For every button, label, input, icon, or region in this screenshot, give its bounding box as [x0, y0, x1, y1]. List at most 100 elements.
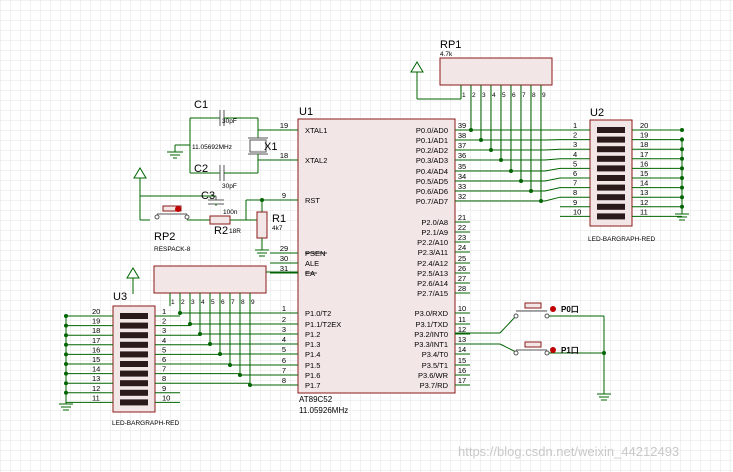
- mcu-pin-name: P0.4/AD4: [416, 167, 448, 176]
- mcu-pin-number: 18: [280, 151, 288, 160]
- led-segment: [120, 341, 148, 348]
- wire-junction: [64, 314, 68, 318]
- u2-pin-number: 9: [573, 198, 577, 207]
- rst-junction: [260, 198, 264, 202]
- r1-value: 4k7: [272, 225, 283, 232]
- u2-pin-number: 13: [640, 188, 648, 197]
- mcu-pin-name: P0.5/AD5: [416, 177, 448, 186]
- c1-value: 30pF: [222, 118, 237, 125]
- led-segment: [597, 165, 625, 172]
- mcu-pin-number: 38: [458, 131, 466, 140]
- mcu-pin-name: P2.7/A15: [417, 289, 448, 298]
- p1-button-pin-icon: [550, 347, 556, 353]
- mcu-pin-number: 39: [458, 121, 466, 130]
- u3-pin-number: 10: [162, 393, 170, 402]
- u3-pin-number: 15: [92, 355, 100, 364]
- mcu-pin-number: 5: [282, 345, 286, 354]
- mcu-pin-number: 35: [458, 162, 466, 171]
- rp1-pin-number: 7: [522, 92, 526, 99]
- u2-pin-number: 12: [640, 198, 648, 207]
- led-segment: [120, 332, 148, 339]
- mcu-pin-number: 13: [458, 335, 466, 344]
- mcu-pin-number: 9: [282, 191, 286, 200]
- mcu-pin-number: 25: [458, 254, 466, 263]
- mcu-pin-number: 14: [458, 345, 466, 354]
- rpb-pin-number: 4: [201, 299, 205, 306]
- mcu-pin-number: 2: [282, 315, 286, 324]
- wire-junction: [680, 128, 684, 132]
- mcu-pin-number: 24: [458, 243, 466, 252]
- c3-value: 100n: [223, 209, 238, 216]
- mcu-pin-number: 16: [458, 366, 466, 375]
- mcu-pin-name: P0.2/AD2: [416, 146, 448, 155]
- mcu-pin-name: P3.6/WR: [418, 371, 449, 380]
- mcu-pin-number: 15: [458, 356, 466, 365]
- mcu-pin-number: 7: [282, 366, 286, 375]
- u2-pin-number: 11: [640, 207, 648, 216]
- u2-pin-number: 5: [573, 159, 577, 168]
- mcu-pin-name: P1.5: [305, 361, 320, 370]
- rp1-pin-number: 8: [532, 92, 536, 99]
- mcu-pin-name: RST: [305, 196, 320, 205]
- mcu-part: AT89C52: [299, 395, 333, 404]
- led-segment: [120, 399, 148, 406]
- p1-label: P1口: [561, 346, 579, 355]
- led-segment: [120, 361, 148, 367]
- mcu-pin-name: PSEN: [305, 249, 325, 258]
- mcu-pin-name: P1.7: [305, 381, 320, 390]
- u3-pin-number: 5: [162, 345, 166, 354]
- led-segment: [120, 389, 148, 396]
- rp2-value: RESPACK-8: [154, 246, 191, 253]
- mcu-pin-number: 6: [282, 356, 286, 365]
- mcu-pin-name: P1.3: [305, 340, 320, 349]
- mcu-pin-name: P1.4: [305, 350, 320, 359]
- rp1-pin-number: 9: [542, 92, 546, 99]
- mcu-pin-name: ALE: [305, 259, 319, 268]
- u3-pin-number: 18: [92, 326, 100, 335]
- rpb-pin-number: 8: [241, 299, 245, 306]
- mcu-pin-name: XTAL2: [305, 156, 327, 165]
- mcu-pin-name: P1.6: [305, 371, 320, 380]
- mcu-u1[interactable]: U1 AT89C52 11.05926MHz 19XTAL118XTAL29RS…: [270, 106, 470, 415]
- mcu-pin-number: 33: [458, 182, 466, 191]
- mcu-pin-name: P3.0/RXD: [415, 309, 449, 318]
- schematic-canvas: U1 AT89C52 11.05926MHz 19 XTAL1 18 XTAL2 9 RS…: [0, 0, 733, 472]
- mcu-pin-number: 30: [280, 254, 288, 263]
- rp1-pin-number: 2: [472, 92, 476, 99]
- mcu-pin-name: P2.6/A14: [417, 279, 448, 288]
- u2-pin-number: 7: [573, 179, 577, 188]
- u3-value: LED-BARGRAPH-RED: [112, 420, 179, 427]
- mcu-pin-name: P0.0/AD0: [416, 126, 448, 135]
- u3-pin-number: 6: [162, 355, 166, 364]
- mcu-pin-number: 8: [282, 376, 286, 385]
- mcu-pin-name: P3.5/T1: [422, 361, 448, 370]
- mcu-pin-number: 21: [458, 213, 466, 222]
- mcu-pin-number: 32: [458, 192, 466, 201]
- u3-pin-number: 12: [92, 384, 100, 393]
- u2-value: LED-BARGRAPH-RED: [588, 236, 655, 243]
- mcu-pin-name: P3.1/TXD: [415, 320, 448, 329]
- mcu-pin-number: 11: [458, 315, 466, 324]
- u2-pin-number: 8: [573, 188, 577, 197]
- rpb-pin-number: 9: [251, 299, 255, 306]
- rpb-pin-number: 1: [171, 299, 175, 306]
- mcu-pin-name: P2.0/A8: [421, 218, 448, 227]
- mcu-pin-name: P0.3/AD3: [416, 156, 448, 165]
- u3-pin-number: 3: [162, 326, 166, 335]
- led-segment: [597, 136, 625, 143]
- r2-value: 18R: [229, 228, 241, 235]
- led-segment: [120, 313, 148, 319]
- led-segment: [120, 370, 148, 377]
- rp1-ref: RP1: [440, 39, 461, 51]
- mcu-pin-name: P2.3/A11: [418, 248, 448, 257]
- mcu-pin-number: 29: [280, 244, 288, 253]
- mcu-pin-number: 17: [458, 376, 466, 385]
- mcu-right-pins: 39 P0.0/AD0 38 P0.1/AD1 37 P0.2/AD2 36 P0.3/AD3…: [414, 121, 470, 390]
- watermark: https://blog.csdn.net/weixin_44212493: [458, 444, 679, 459]
- u2-pin-number: 19: [640, 131, 648, 140]
- c2-ref: C2: [194, 163, 208, 175]
- mcu-pin-name: P1.0/T2: [305, 309, 331, 318]
- u2-pin-number: 14: [640, 179, 648, 188]
- u2-pin-number: 16: [640, 159, 648, 168]
- mcu-pin-name: P2.1/A9: [421, 228, 448, 237]
